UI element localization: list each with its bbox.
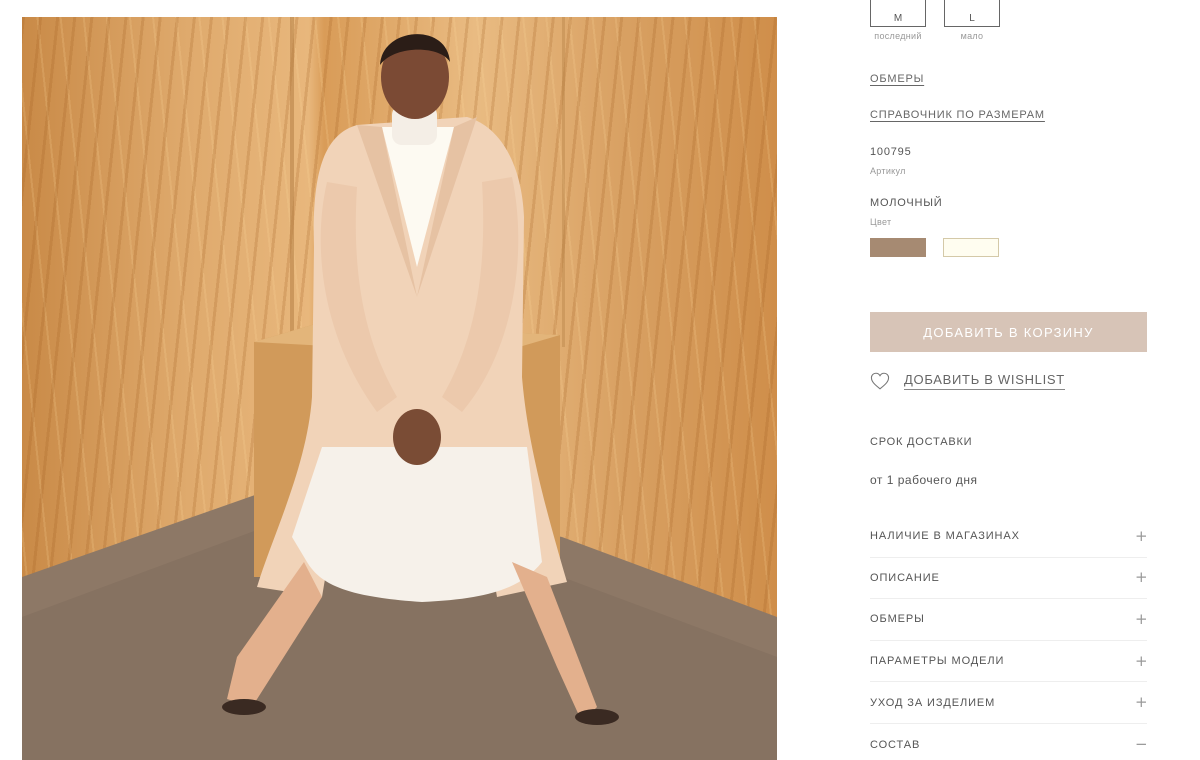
minus-icon: −: [1135, 735, 1148, 754]
plus-icon: +: [1135, 651, 1148, 670]
article-number: 100795: [870, 146, 912, 158]
size-option-l[interactable]: L мало: [944, 0, 1000, 41]
size-box[interactable]: L: [944, 0, 1000, 27]
size-guide-link[interactable]: СПРАВОЧНИК ПО РАЗМЕРАМ: [870, 109, 1045, 121]
color-swatch-milk[interactable]: [943, 238, 999, 257]
product-info-panel: M последний L мало ОБМЕРЫ СПРАВОЧНИК ПО …: [870, 0, 1148, 760]
size-stock-note: мало: [960, 31, 984, 41]
accordion-item-composition[interactable]: СОСТАВ −: [870, 724, 1148, 760]
size-option-m[interactable]: M последний: [870, 0, 926, 41]
accordion-item-description[interactable]: ОПИСАНИЕ +: [870, 558, 1148, 600]
accordion-label: УХОД ЗА ИЗДЕЛИЕМ: [870, 696, 996, 709]
accordion-label: ОПИСАНИЕ: [870, 571, 940, 584]
plus-icon: +: [1135, 609, 1148, 628]
product-photo[interactable]: [22, 17, 777, 760]
size-selector: M последний L мало: [870, 0, 1000, 41]
accordion-label: ПАРАМЕТРЫ МОДЕЛИ: [870, 655, 1005, 668]
accordion-item-store-availability[interactable]: НАЛИЧИЕ В МАГАЗИНАХ +: [870, 516, 1148, 558]
measurements-link[interactable]: ОБМЕРЫ: [870, 73, 924, 85]
accordion-label: ОБМЕРЫ: [870, 613, 925, 626]
plus-icon: +: [1135, 526, 1148, 545]
color-swatch-brown[interactable]: [870, 238, 926, 257]
color-name: МОЛОЧНЫЙ: [870, 197, 943, 209]
size-box[interactable]: M: [870, 0, 926, 27]
add-to-wishlist-button[interactable]: ДОБАВИТЬ В WISHLIST: [870, 372, 1065, 390]
accordion-item-model-parameters[interactable]: ПАРАМЕТРЫ МОДЕЛИ +: [870, 641, 1148, 683]
model-illustration: [22, 17, 777, 760]
plus-icon: +: [1135, 693, 1148, 712]
accordion-label: НАЛИЧИЕ В МАГАЗИНАХ: [870, 530, 1020, 543]
plus-icon: +: [1135, 568, 1148, 587]
accordion-item-care[interactable]: УХОД ЗА ИЗДЕЛИЕМ +: [870, 682, 1148, 724]
delivery-text: от 1 рабочего дня: [870, 473, 978, 487]
product-details-accordion: НАЛИЧИЕ В МАГАЗИНАХ + ОПИСАНИЕ + ОБМЕРЫ …: [870, 516, 1148, 760]
accordion-item-measurements[interactable]: ОБМЕРЫ +: [870, 599, 1148, 641]
article-caption: Артикул: [870, 166, 906, 176]
add-to-cart-button[interactable]: ДОБАВИТЬ В КОРЗИНУ: [870, 312, 1147, 352]
heart-icon: [870, 372, 890, 390]
delivery-title: СРОК ДОСТАВКИ: [870, 436, 973, 448]
accordion-label: СОСТАВ: [870, 738, 921, 751]
size-stock-note: последний: [874, 31, 922, 41]
wishlist-label: ДОБАВИТЬ В WISHLIST: [904, 372, 1065, 390]
color-caption: Цвет: [870, 217, 892, 227]
